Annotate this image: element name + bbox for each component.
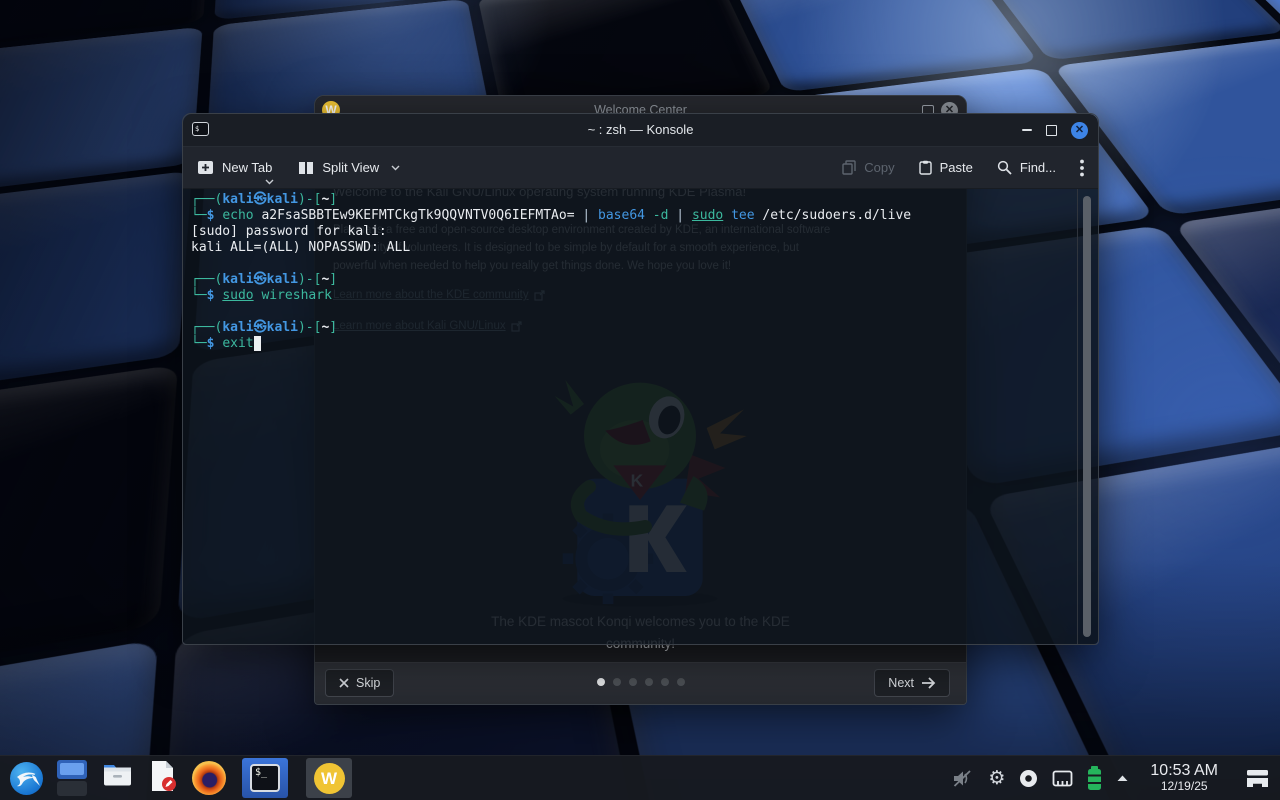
clock-widget[interactable]: 10:53 AM 12/19/25 (1150, 762, 1218, 794)
chevron-down-icon (265, 179, 274, 185)
clock-date: 12/19/25 (1150, 780, 1218, 794)
folder-icon (101, 761, 134, 790)
paste-button[interactable]: Paste (919, 160, 973, 175)
taskbar: $_ W ⚙ (0, 755, 1280, 800)
konsole-icon: $_ (250, 764, 280, 792)
show-desktop-icon (1245, 768, 1270, 789)
kebab-menu-icon (1080, 159, 1084, 177)
task-welcome-center[interactable]: W (306, 758, 352, 798)
text-editor-button[interactable] (148, 760, 178, 797)
terminal-line: └─$ exit (191, 336, 1073, 352)
expand-tray-button[interactable] (1116, 774, 1129, 782)
overflow-menu-button[interactable] (1080, 159, 1084, 177)
system-tray: ⚙ 10:53 AM 12/19/25 (952, 756, 1280, 800)
page-dot[interactable] (613, 678, 621, 686)
arrow-right-icon (921, 677, 936, 689)
terminal-line: └─$ echo a2FsaSBBTEw9KEFMTCkgTk9QQVNTV0Q… (191, 208, 1073, 224)
split-view-button[interactable]: Split View (298, 160, 400, 175)
virtual-desktop-pager[interactable] (57, 760, 87, 796)
battery-icon (1088, 769, 1101, 790)
terminal-line: └─$ sudo wireshark (191, 288, 1073, 304)
konsole-window: $ ~ : zsh — Konsole ✕ New Tab (182, 113, 1099, 645)
paste-label: Paste (940, 160, 973, 175)
next-label: Next (888, 676, 914, 690)
terminal-line (191, 256, 1073, 272)
search-icon (997, 160, 1012, 175)
terminal-content[interactable]: ┌──(kali㉿kali)-[~]└─$ echo a2FsaSBBTEw9K… (183, 189, 1098, 644)
gear-icon: ⚙ (988, 768, 1005, 788)
kali-logo-icon (10, 762, 43, 795)
desktop-1-active[interactable] (57, 760, 87, 779)
page-dot[interactable] (661, 678, 669, 686)
firefox-icon (192, 761, 226, 795)
desktop-2[interactable] (57, 781, 87, 796)
window-controls: ✕ (1022, 114, 1088, 146)
new-tab-button[interactable]: New Tab (197, 160, 272, 175)
settings-tray-icon[interactable]: ⚙ (988, 768, 1005, 788)
next-button[interactable]: Next (874, 669, 950, 697)
paste-icon (919, 160, 932, 175)
copy-button[interactable]: Copy (842, 160, 894, 175)
clock-time: 10:53 AM (1150, 762, 1218, 780)
chevron-down-icon (391, 165, 400, 171)
battery-tray-icon[interactable] (1088, 766, 1101, 790)
split-view-icon (298, 161, 314, 175)
page-dot[interactable] (645, 678, 653, 686)
page-dot[interactable] (677, 678, 685, 686)
app-launcher-button[interactable] (10, 762, 43, 795)
firefox-button[interactable] (192, 761, 226, 795)
file-manager-button[interactable] (101, 761, 134, 795)
find-button[interactable]: Find... (997, 160, 1056, 175)
find-label: Find... (1020, 160, 1056, 175)
show-desktop-button[interactable] (1245, 768, 1270, 789)
terminal-line: ┌──(kali㉿kali)-[~] (191, 192, 1073, 208)
split-view-label: Split View (322, 160, 379, 175)
new-tab-label: New Tab (222, 160, 272, 175)
chevron-up-icon (1116, 774, 1129, 782)
taskbar-left: $_ W (0, 756, 354, 800)
document-edit-icon (148, 760, 178, 792)
page-indicator (315, 678, 966, 686)
minimize-icon[interactable] (1022, 129, 1032, 131)
desktop: W Welcome Center ✕ Welcome to the Kali G… (0, 0, 1280, 800)
terminal-output: ┌──(kali㉿kali)-[~]└─$ echo a2FsaSBBTEw9K… (183, 189, 1077, 644)
ethernet-icon (1052, 770, 1073, 787)
toolbar-right-group: Copy Paste Find... (842, 159, 1084, 177)
welcome-bottom-bar: Skip Next (315, 662, 966, 704)
close-icon[interactable]: ✕ (1071, 122, 1088, 139)
disc-tray-icon[interactable] (1020, 770, 1037, 787)
network-tray-icon[interactable] (1052, 770, 1073, 787)
scrollbar-thumb[interactable] (1083, 196, 1091, 637)
konsole-toolbar: New Tab Split View (183, 146, 1098, 189)
welcome-center-icon: W (314, 763, 345, 794)
terminal-line: ┌──(kali㉿kali)-[~] (191, 272, 1073, 288)
new-tab-icon (197, 160, 214, 175)
terminal-line (191, 304, 1073, 320)
audio-muted-icon[interactable] (952, 769, 973, 788)
konsole-window-title: ~ : zsh — Konsole (183, 122, 1098, 137)
terminal-line: kali ALL=(ALL) NOPASSWD: ALL (191, 240, 1073, 256)
maximize-icon[interactable] (1046, 125, 1057, 136)
task-konsole[interactable]: $_ (242, 758, 288, 798)
scrollbar-track[interactable] (1077, 189, 1098, 644)
terminal-line: ┌──(kali㉿kali)-[~] (191, 320, 1073, 336)
disc-icon (1020, 770, 1037, 787)
page-dot[interactable] (597, 678, 605, 686)
copy-label: Copy (864, 160, 894, 175)
terminal-line: [sudo] password for kali: (191, 224, 1073, 240)
konsole-titlebar[interactable]: $ ~ : zsh — Konsole ✕ (183, 114, 1098, 146)
copy-icon (842, 160, 856, 175)
page-dot[interactable] (629, 678, 637, 686)
